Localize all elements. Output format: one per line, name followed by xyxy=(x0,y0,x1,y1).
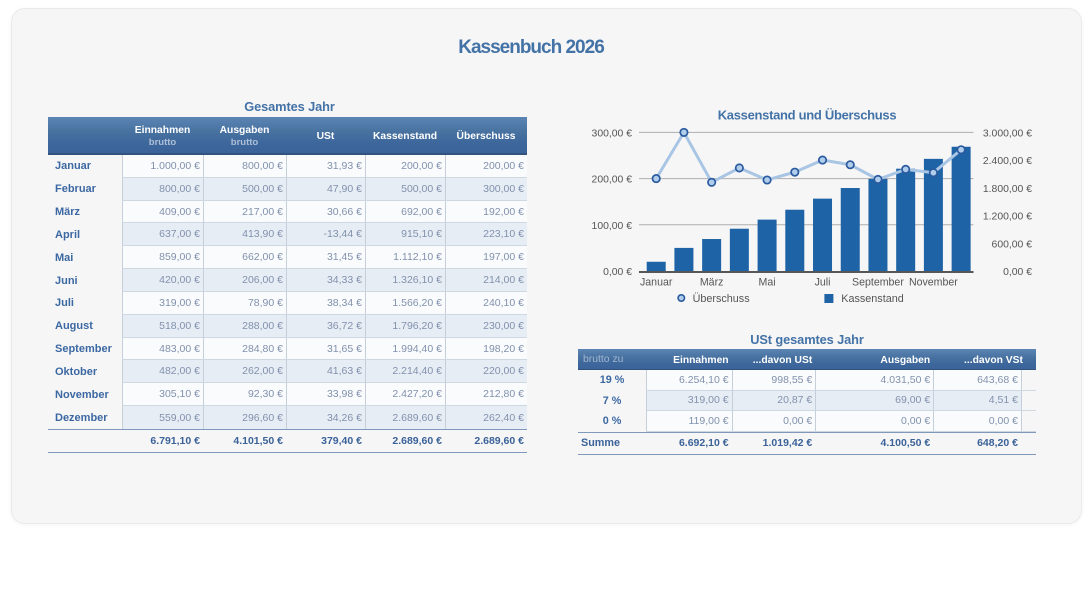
svg-text:3.000,00 €: 3.000,00 € xyxy=(983,128,1032,139)
svg-text:März: März xyxy=(700,277,724,289)
svg-text:1.800,00 €: 1.800,00 € xyxy=(983,184,1032,195)
svg-text:Kassenstand und Überschuss: Kassenstand und Überschuss xyxy=(718,108,897,123)
svg-text:September: September xyxy=(852,277,904,289)
svg-text:600,00 €: 600,00 € xyxy=(992,239,1033,250)
svg-text:Januar: Januar xyxy=(640,277,673,289)
svg-text:2.400,00 €: 2.400,00 € xyxy=(983,156,1032,167)
svg-text:Überschuss: Überschuss xyxy=(693,293,751,305)
svg-text:100,00 €: 100,00 € xyxy=(592,221,633,232)
svg-text:November: November xyxy=(909,277,958,289)
svg-text:0,00 €: 0,00 € xyxy=(603,267,632,278)
svg-text:300,00 €: 300,00 € xyxy=(592,128,633,139)
svg-text:1.200,00 €: 1.200,00 € xyxy=(983,212,1032,223)
svg-text:Kassenstand: Kassenstand xyxy=(841,293,903,305)
svg-text:0,00 €: 0,00 € xyxy=(1003,267,1032,278)
svg-text:200,00 €: 200,00 € xyxy=(592,175,633,186)
svg-text:Juli: Juli xyxy=(815,277,831,289)
svg-text:Mai: Mai xyxy=(759,277,776,289)
